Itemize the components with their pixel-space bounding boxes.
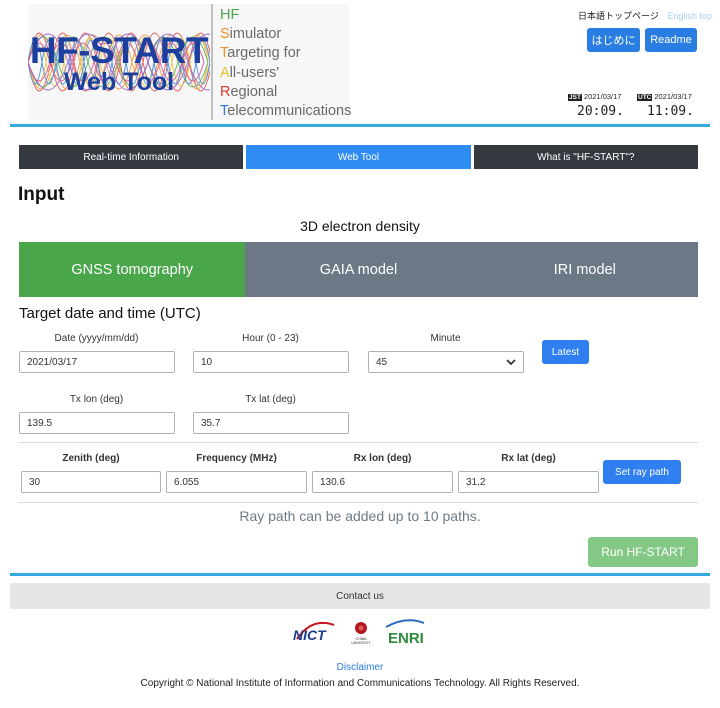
- chiba-emblem-center-icon: [358, 625, 364, 631]
- main-nav: Real-time Information Web Tool What is "…: [19, 145, 698, 169]
- nict-logo[interactable]: NICT: [293, 621, 335, 643]
- jst-tag: JST: [568, 94, 582, 101]
- zenith-input[interactable]: 30: [21, 471, 161, 493]
- latest-button[interactable]: Latest: [542, 340, 589, 364]
- acronym-initial: H: [220, 7, 231, 23]
- acronym-list: HF Simulator Targeting for All-users' Region…: [220, 6, 351, 121]
- minute-value: 45: [376, 356, 388, 368]
- tx-lat-input[interactable]: 35.7: [193, 412, 349, 434]
- minute-label: Minute: [430, 333, 461, 344]
- readme-button[interactable]: Readme: [645, 28, 697, 52]
- tx-lon-label: Tx lon (deg): [69, 394, 124, 405]
- acronym-line: HF: [220, 6, 351, 25]
- model-gaia[interactable]: GAIA model: [245, 242, 472, 297]
- acronym-line: Regional: [220, 83, 351, 102]
- rx-lon-input[interactable]: 130.6: [312, 471, 453, 493]
- acronym-rest: argeting for: [227, 45, 301, 62]
- tab-realtime-information[interactable]: Real-time Information: [19, 145, 244, 169]
- site-logo[interactable]: HF-START Web Tool HF Simulator Targeting f…: [28, 4, 351, 121]
- date-label: Date (yyyy/mm/dd): [54, 333, 139, 344]
- site-header: HF-START Web Tool HF Simulator Targeting f…: [0, 0, 720, 124]
- model-gnss-tomography[interactable]: GNSS tomography: [19, 242, 246, 297]
- tx-lat-label: Tx lat (deg): [245, 394, 296, 405]
- acronym-line: Simulator: [220, 25, 351, 44]
- section-divider: [18, 502, 698, 503]
- tab-what-is-hf-start[interactable]: What is "HF-START"?: [473, 145, 698, 169]
- section-subtitle: 3D electron density: [300, 218, 420, 234]
- logo-line1: HF-START: [29, 30, 209, 71]
- language-links: 日本語トップページ English top: [578, 9, 712, 22]
- tab-web-tool[interactable]: Web Tool: [246, 145, 471, 169]
- chiba-logo-line2: UNIVERSITY: [351, 641, 371, 645]
- model-selector: GNSS tomography GAIA model IRI model: [19, 242, 698, 297]
- target-datetime-heading: Target date and time (UTC): [19, 305, 201, 322]
- rx-lat-label: Rx lat (deg): [501, 453, 556, 464]
- utc-date: 2021/03/17: [654, 92, 692, 101]
- acronym-line: Targeting for: [220, 44, 351, 63]
- acronym-line: All-users': [220, 64, 351, 83]
- minute-select[interactable]: 45: [368, 351, 524, 373]
- model-iri[interactable]: IRI model: [471, 242, 698, 297]
- enri-logo-text: ENRI: [388, 630, 424, 647]
- acronym-rest: imulator: [229, 26, 282, 43]
- contact-us-link[interactable]: Contact us: [10, 583, 710, 609]
- utc-tag: UTC: [637, 94, 653, 101]
- getting-started-button[interactable]: はじめに: [587, 28, 640, 52]
- rx-lat-input[interactable]: 31.2: [458, 471, 599, 493]
- rx-lon-label: Rx lon (deg): [353, 453, 412, 464]
- utc-time: 11:09.: [647, 104, 694, 119]
- run-hf-start-button[interactable]: Run HF-START: [588, 537, 698, 567]
- acronym-initial: A: [220, 64, 230, 81]
- ray-path-note: Ray path can be added up to 10 paths.: [239, 508, 481, 524]
- copyright-text: Copyright © National Institute of Inform…: [140, 678, 580, 689]
- nict-logo-text: NICT: [293, 627, 327, 643]
- jst-clock-label: JST 2021/03/17: [568, 92, 621, 101]
- acronym-rest: F: [230, 7, 240, 23]
- hour-input[interactable]: 10: [193, 351, 349, 373]
- acronym-initial: R: [220, 83, 231, 100]
- section-divider: [18, 442, 698, 443]
- frequency-label: Frequency (MHz): [196, 453, 277, 464]
- logo-line2: Web Tool: [63, 68, 175, 96]
- zenith-label: Zenith (deg): [62, 453, 120, 464]
- tx-lon-input[interactable]: 139.5: [19, 412, 175, 434]
- acronym-rest: ll-users': [229, 64, 280, 81]
- date-input[interactable]: 2021/03/17: [19, 351, 175, 373]
- header-divider: [10, 124, 710, 127]
- utc-clock-label: UTC 2021/03/17: [637, 92, 692, 101]
- partner-logos: NICT CHIBA UNIVERSITY ENRI: [0, 615, 720, 651]
- japanese-top-link[interactable]: 日本語トップページ: [578, 11, 659, 21]
- acronym-line: Telecommunications: [220, 102, 351, 121]
- english-top-link[interactable]: English top: [667, 11, 712, 21]
- frequency-input[interactable]: 6.055: [166, 471, 307, 493]
- enri-logo[interactable]: ENRI: [385, 619, 425, 647]
- disclaimer-link[interactable]: Disclaimer: [0, 662, 720, 673]
- chiba-university-logo[interactable]: CHIBA UNIVERSITY: [351, 622, 371, 645]
- acronym-rest: elecommunications: [227, 103, 352, 120]
- footer-divider: [10, 573, 710, 576]
- hour-label: Hour (0 - 23): [242, 333, 299, 344]
- chevron-down-icon: [506, 359, 516, 366]
- page-title: Input: [18, 184, 65, 205]
- logo-title: HF-START Web Tool: [28, 32, 210, 95]
- jst-date: 2021/03/17: [583, 92, 622, 101]
- logo-divider: [211, 4, 213, 120]
- set-ray-path-button[interactable]: Set ray path: [603, 460, 681, 484]
- jst-time: 20:09.: [577, 104, 624, 119]
- acronym-rest: egional: [230, 83, 278, 100]
- acronym-initial: S: [220, 26, 230, 43]
